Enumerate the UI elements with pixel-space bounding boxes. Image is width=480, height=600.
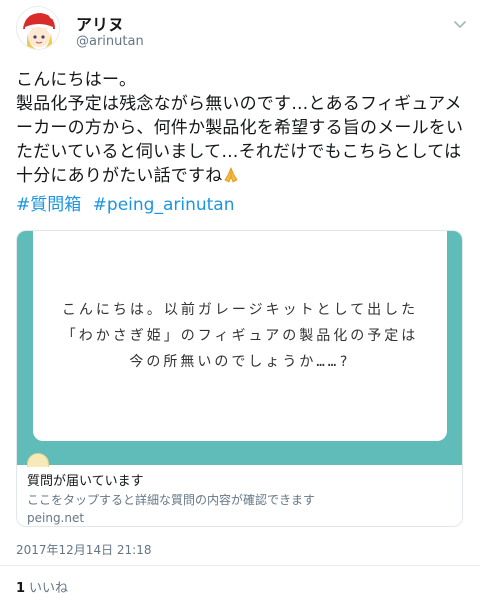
question-paper: こんにちは。以前ガレージキットとして出した 「わかさぎ姫」のフィギュアの製品化の… (33, 231, 447, 441)
link-card[interactable]: こんにちは。以前ガレージキットとして出した 「わかさぎ姫」のフィギュアの製品化の… (16, 230, 463, 527)
card-domain: peing.net (27, 511, 85, 525)
tweet-timestamp[interactable]: 2017年12月14日 21:18 (16, 541, 151, 558)
hashtag-list: #質問箱 #peing_arinutan (16, 193, 240, 217)
like-count-number: 1 (16, 581, 26, 596)
hashtag-link[interactable]: #peing_arinutan (93, 195, 235, 215)
card-title: 質問が届いています (27, 474, 144, 489)
card-description: ここをタップすると詳細な質問の内容が確認できます (27, 493, 316, 507)
like-count[interactable]: 1 いいね (16, 577, 68, 596)
question-text: こんにちは。以前ガレージキットとして出した 「わかさぎ姫」のフィギュアの製品化の… (61, 302, 419, 370)
user-handle[interactable]: @arinutan (76, 34, 144, 49)
display-name[interactable]: アリヌ (76, 11, 124, 35)
card-image: こんにちは。以前ガレージキットとして出した 「わかさぎ姫」のフィギュアの製品化の… (17, 231, 462, 467)
tweet-text: こんにちはー。 製品化予定は残念ながら無いのです…とあるフィギュアメーカーの方か… (16, 68, 468, 188)
like-label: いいね (29, 581, 69, 596)
card-body: 質問が届いています ここをタップすると詳細な質問の内容が確認できます peing… (17, 465, 462, 526)
chevron-down-icon[interactable] (450, 14, 470, 34)
divider (0, 565, 480, 566)
hashtag-link[interactable]: #質問箱 (16, 195, 81, 215)
tweet-header: アリヌ @arinutan (0, 0, 480, 64)
avatar[interactable] (16, 6, 60, 50)
folded-hands-icon (222, 166, 240, 184)
avatar-illustration-icon (17, 7, 59, 49)
